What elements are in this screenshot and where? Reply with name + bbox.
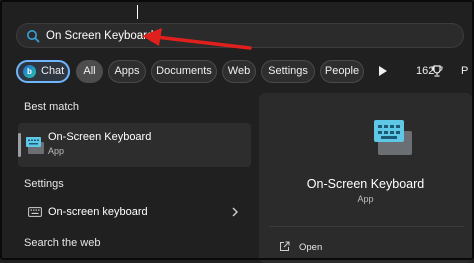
search-box[interactable] [16, 23, 464, 48]
open-icon[interactable] [279, 241, 290, 252]
filter-documents[interactable]: Documents [151, 60, 217, 83]
settings-heading: Settings [24, 178, 64, 190]
search-icon [27, 30, 40, 43]
filter-settings[interactable]: Settings [261, 60, 315, 83]
trophy-icon[interactable] [431, 65, 443, 77]
filter-people[interactable]: People [320, 60, 364, 83]
settings-result-label: On-screen keyboard [48, 206, 148, 218]
filter-all[interactable]: All [76, 60, 103, 83]
play-icon[interactable] [378, 65, 388, 77]
filter-apps[interactable]: Apps [108, 60, 146, 83]
text-caret [137, 5, 138, 19]
best-match-subtitle: App [48, 146, 65, 156]
keyboard-app-icon [26, 137, 44, 154]
best-match-result[interactable]: On-Screen Keyboard App [18, 123, 251, 167]
keyboard-icon [28, 207, 42, 217]
search-input[interactable] [46, 27, 426, 45]
open-action[interactable]: Open [299, 242, 322, 253]
filter-chat[interactable]: b Chat [16, 60, 70, 83]
bing-icon: b [23, 65, 36, 78]
detail-subtitle: App [357, 194, 374, 204]
filter-chat-label: Chat [41, 65, 65, 77]
search-web-heading: Search the web [24, 237, 101, 249]
filter-web[interactable]: Web [222, 60, 256, 83]
best-match-title: On-Screen Keyboard [48, 131, 152, 143]
chevron-right-icon [232, 207, 238, 217]
detail-divider [269, 226, 464, 227]
keyboard-app-icon [374, 120, 412, 155]
detail-title: On-Screen Keyboard [306, 177, 425, 191]
best-match-heading: Best match [24, 101, 80, 113]
settings-result-on-screen-keyboard[interactable]: On-screen keyboard [18, 202, 251, 224]
profile-initial[interactable]: P [461, 65, 468, 77]
selection-indicator [18, 133, 21, 157]
